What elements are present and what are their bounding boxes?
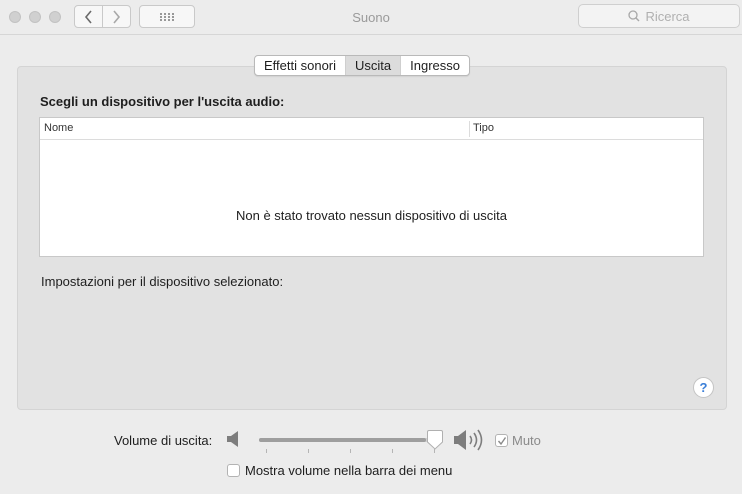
show-volume-checkbox-box[interactable] bbox=[227, 464, 240, 477]
tab-uscita[interactable]: Uscita bbox=[345, 56, 401, 75]
show-volume-in-menu-checkbox[interactable]: Mostra volume nella barra dei menu bbox=[227, 463, 452, 478]
search-icon bbox=[628, 10, 640, 22]
volume-slider-knob[interactable] bbox=[426, 430, 444, 450]
show-volume-label: Mostra volume nella barra dei menu bbox=[245, 463, 453, 478]
search-placeholder: Ricerca bbox=[645, 8, 690, 24]
column-header-tipo[interactable]: Tipo bbox=[473, 122, 494, 134]
output-device-heading: Scegli un dispositivo per l'uscita audio… bbox=[40, 94, 285, 109]
mute-checkbox[interactable]: Muto bbox=[495, 433, 541, 448]
volume-slider-fill bbox=[259, 438, 427, 442]
volume-tick bbox=[308, 449, 309, 453]
help-button[interactable]: ? bbox=[693, 377, 714, 398]
table-header: Nome Tipo bbox=[40, 118, 703, 140]
help-icon: ? bbox=[699, 380, 708, 395]
volume-tick bbox=[350, 449, 351, 453]
tab-ingresso[interactable]: Ingresso bbox=[400, 56, 469, 75]
output-volume-label: Volume di uscita: bbox=[114, 433, 213, 448]
output-device-table[interactable]: Nome Tipo Non è stato trovato nessun dis… bbox=[39, 117, 704, 257]
mute-checkbox-box[interactable] bbox=[495, 434, 508, 447]
title-bar: Suono Ricerca bbox=[0, 0, 742, 35]
speaker-high-icon bbox=[454, 429, 483, 451]
column-divider bbox=[469, 121, 470, 137]
tab-bar: Effetti sonori Uscita Ingresso bbox=[254, 55, 471, 76]
volume-tick bbox=[392, 449, 393, 453]
checkmark-icon bbox=[497, 436, 506, 445]
empty-table-message: Non è stato trovato nessun dispositivo d… bbox=[236, 208, 507, 223]
volume-tick bbox=[266, 449, 267, 453]
volume-slider[interactable] bbox=[259, 438, 435, 442]
mute-label: Muto bbox=[512, 433, 541, 448]
search-field[interactable]: Ricerca bbox=[578, 4, 740, 28]
column-header-nome[interactable]: Nome bbox=[44, 122, 73, 134]
speaker-low-icon bbox=[227, 431, 238, 447]
tab-effetti-sonori[interactable]: Effetti sonori bbox=[255, 56, 345, 75]
device-settings-label: Impostazioni per il dispositivo selezion… bbox=[41, 274, 284, 289]
